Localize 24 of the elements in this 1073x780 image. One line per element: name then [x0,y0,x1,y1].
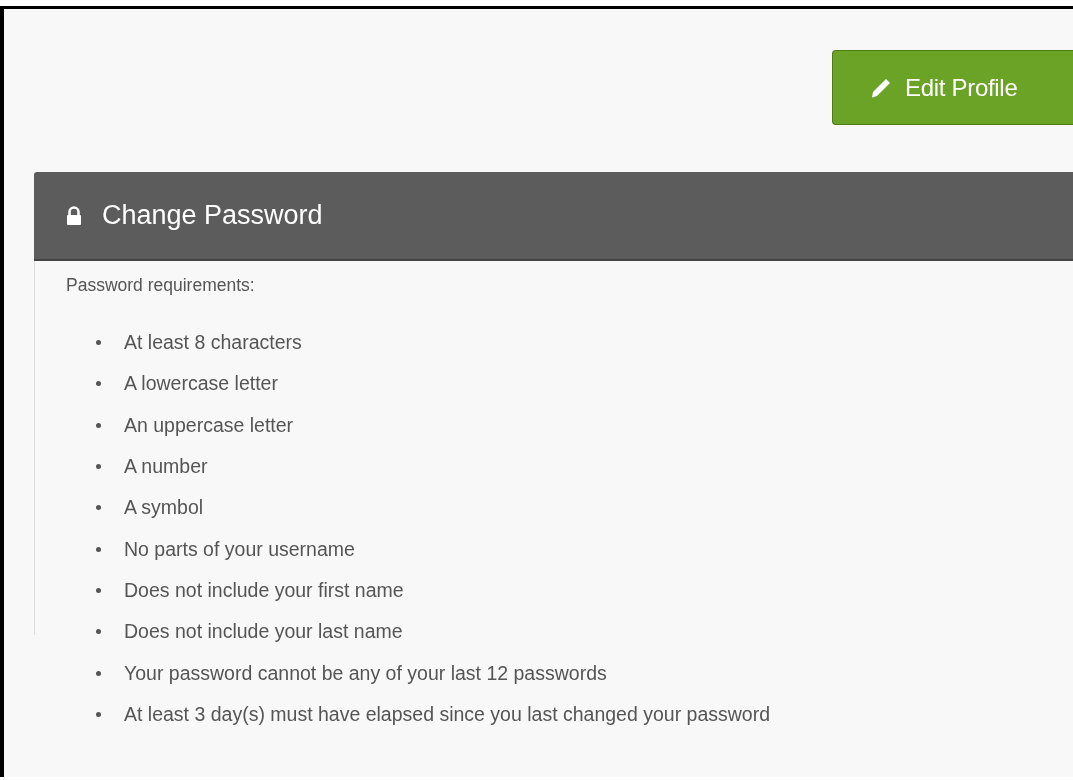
bullet-icon [96,340,101,346]
bullet-icon [96,711,101,717]
requirement-text: A number [124,455,208,479]
bullet-icon [96,422,101,428]
bullet-icon [96,381,101,387]
bullet-icon [96,505,101,511]
requirement-text: An uppercase letter [124,413,294,437]
edit-profile-button[interactable]: Edit Profile [832,50,1073,125]
panel-title: Change Password [102,200,323,231]
bullet-icon [96,546,101,552]
requirement-text: At least 3 day(s) must have elapsed since you last changed your password [124,702,770,726]
bullet-icon [96,464,101,470]
requirement-text: At least 8 characters [124,331,302,355]
requirement-text: A lowercase letter [124,372,278,396]
bullet-icon [96,587,101,593]
requirement-text: A symbol [124,496,204,520]
lock-icon [66,205,82,226]
bullet-icon [96,629,101,635]
requirement-text: Does not include your first name [124,578,404,602]
bullet-icon [96,670,101,676]
requirements-heading: Password requirements: [66,275,256,296]
requirement-text: Your password cannot be any of your last 12 passwords [124,661,607,685]
requirement-text: No parts of your username [124,537,355,561]
requirement-text: Does not include your last name [124,620,403,644]
